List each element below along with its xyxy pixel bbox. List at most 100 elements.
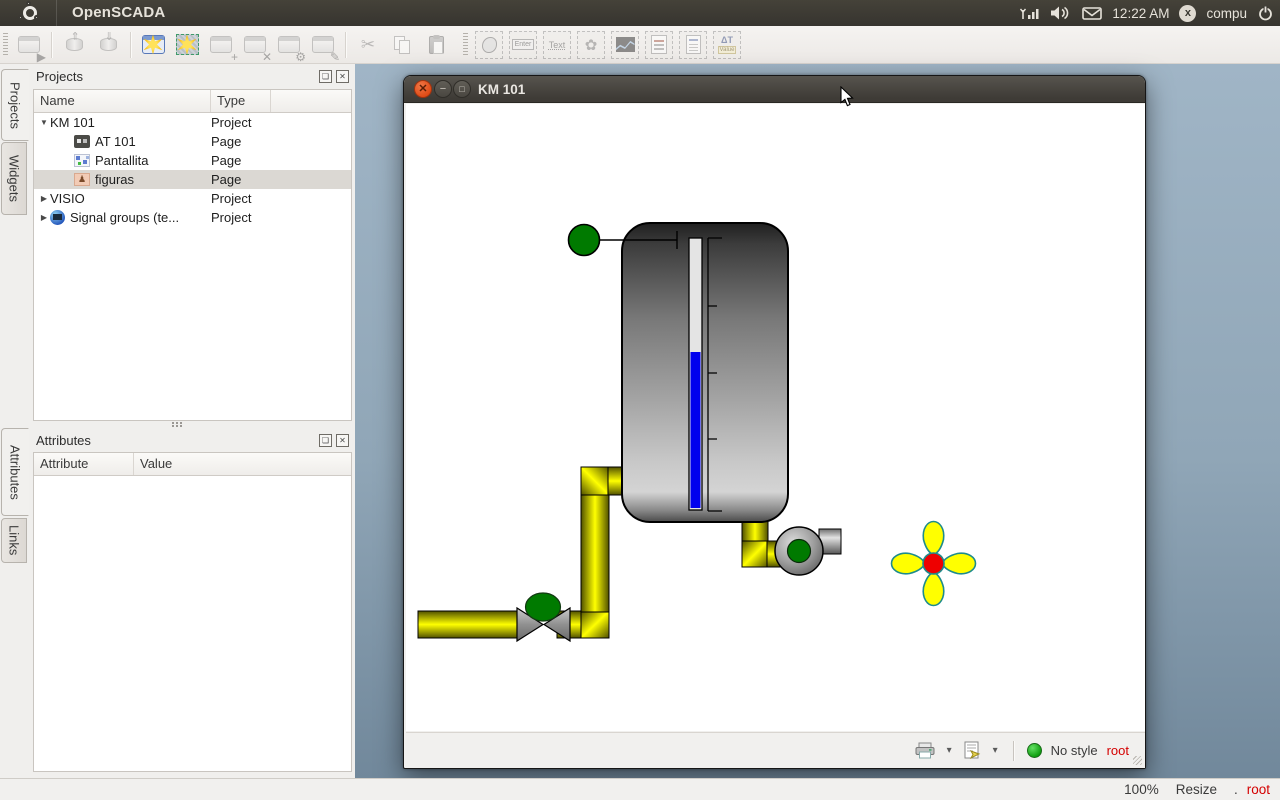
new-visual-item-icon[interactable] [139, 31, 167, 59]
delete-visual-item-icon[interactable]: ✕ [241, 31, 269, 59]
diagram-widget-icon[interactable] [611, 31, 639, 59]
main-toolbar: ▶ ⇑ ⇓ + ✕ ⚙ ✎ ✂ Enter Text ✿ ΔTValue [0, 26, 1280, 64]
system-tray: 12:22 AM x compu [1020, 0, 1274, 26]
window-close-button[interactable]: ✕ [414, 80, 432, 98]
window-maximize-button[interactable]: □ [453, 80, 471, 98]
project-icon [50, 210, 65, 225]
float-panel-button[interactable]: ❏ [319, 70, 332, 83]
print-dropdown-arrow[interactable]: ▾ [947, 745, 952, 756]
document-widget-icon[interactable] [679, 31, 707, 59]
tree-row-figuras[interactable]: ♟figuras Page [34, 170, 351, 189]
expander-icon[interactable]: ▶ [34, 213, 50, 222]
print-icon[interactable] [914, 742, 936, 759]
fan-hub [923, 553, 944, 574]
toolbar-separator [51, 32, 52, 58]
add-visual-item-icon[interactable]: + [207, 31, 235, 59]
window-minimize-button[interactable]: − [434, 80, 452, 98]
fan-petal [923, 572, 943, 606]
column-name[interactable]: Name [34, 90, 211, 112]
projects-tree: Name Type ▼KM 101 Project AT 101 Page Pa… [33, 89, 352, 421]
fan-petal [942, 553, 976, 573]
ubuntu-logo-icon[interactable] [20, 3, 40, 23]
system-top-bar: OpenSCADA 12:22 AM x compu [0, 0, 1280, 26]
mail-icon[interactable] [1082, 7, 1102, 20]
style-state-lamp [1027, 743, 1042, 758]
tree-row-pantallita[interactable]: Pantallita Page [34, 151, 351, 170]
statusbar-separator [1013, 741, 1014, 761]
projects-panel: Projects ❏ ✕ Name Type ▼KM 101 Project A… [30, 64, 355, 424]
tab-links[interactable]: Links [1, 518, 27, 563]
paste-icon[interactable] [422, 31, 450, 59]
tab-projects[interactable]: Projects [1, 69, 29, 141]
save-to-db-icon[interactable]: ⇓ [94, 31, 122, 59]
fan[interactable] [892, 522, 976, 606]
media-widget-icon[interactable]: ✿ [577, 31, 605, 59]
expander-icon[interactable]: ▶ [34, 194, 50, 203]
attributes-panel-titlebar: Attributes ❏ ✕ [30, 428, 355, 452]
panel-splitter[interactable] [172, 422, 174, 424]
window-titlebar[interactable]: ✕ − □ KM 101 [404, 76, 1145, 103]
formel-widget-icon[interactable]: Enter [509, 31, 537, 59]
close-panel-button[interactable]: ✕ [336, 434, 349, 447]
status-separator: . [1234, 782, 1238, 797]
pump-lamp [788, 540, 811, 563]
toolbar-drag-handle[interactable] [463, 33, 468, 57]
screen: OpenSCADA 12:22 AM x compu [0, 0, 1280, 800]
tank[interactable] [622, 223, 788, 522]
style-label: No style [1051, 743, 1098, 758]
cut-icon[interactable]: ✂ [354, 31, 382, 59]
copy-icon[interactable] [388, 31, 416, 59]
fan-petal [923, 522, 943, 556]
session-host[interactable]: compu [1206, 6, 1247, 21]
km101-window[interactable]: ✕ − □ KM 101 [403, 75, 1146, 769]
close-panel-button[interactable]: ✕ [336, 70, 349, 83]
export-dropdown-arrow[interactable]: ▾ [993, 745, 998, 756]
tab-attributes[interactable]: Attributes [1, 428, 29, 516]
fan-petal [892, 553, 926, 573]
clock[interactable]: 12:22 AM [1112, 6, 1169, 21]
valve-lamp [526, 593, 561, 621]
valve[interactable] [517, 593, 570, 641]
projects-panel-title: Projects [36, 69, 83, 84]
scada-page-canvas[interactable] [406, 104, 1145, 731]
mouse-cursor [840, 86, 856, 108]
network-signal-icon[interactable] [1020, 6, 1040, 20]
column-value[interactable]: Value [134, 453, 351, 475]
elfigure-widget-icon[interactable] [475, 31, 503, 59]
protocol-widget-icon[interactable] [645, 31, 673, 59]
page-icon [74, 154, 90, 167]
pump[interactable] [775, 527, 823, 575]
tree-row-at101[interactable]: AT 101 Page [34, 132, 351, 151]
volume-icon[interactable] [1050, 6, 1072, 20]
attributes-panel-title: Attributes [36, 433, 91, 448]
ubuntu-one-icon[interactable]: x [1179, 5, 1196, 22]
window-resize-grip[interactable] [1133, 756, 1142, 765]
text-widget-icon[interactable]: Text [543, 31, 571, 59]
screen-statusbar: 100% Resize . root [0, 778, 1280, 800]
tree-header: Name Type [34, 90, 351, 113]
expander-icon[interactable]: ▼ [34, 118, 50, 127]
power-icon[interactable] [1257, 5, 1274, 22]
value-widget-icon[interactable]: ΔTValue [713, 31, 741, 59]
tree-row-signal-groups[interactable]: ▶Signal groups (te... Project [34, 208, 351, 227]
toolbar-separator [130, 32, 131, 58]
new-widget-library-icon[interactable] [173, 31, 201, 59]
visual-item-properties-icon[interactable]: ⚙ [275, 31, 303, 59]
page-icon [74, 135, 90, 148]
attributes-table: Attribute Value [33, 452, 352, 772]
run-project-icon[interactable]: ▶ [15, 31, 43, 59]
level-fill [691, 352, 701, 508]
column-attribute[interactable]: Attribute [34, 453, 134, 475]
page-icon: ♟ [74, 173, 90, 186]
edit-visual-item-icon[interactable]: ✎ [309, 31, 337, 59]
toolbar-drag-handle[interactable] [3, 33, 8, 57]
column-type[interactable]: Type [211, 90, 271, 112]
tree-row-visio[interactable]: ▶VISIO Project [34, 189, 351, 208]
app-title: OpenSCADA [72, 4, 165, 21]
tab-widgets[interactable]: Widgets [1, 142, 27, 215]
float-panel-button[interactable]: ❏ [319, 434, 332, 447]
window-statusbar: ▾ ▾ No style root [406, 732, 1145, 768]
export-icon[interactable] [963, 741, 982, 760]
tree-row-km101[interactable]: ▼KM 101 Project [34, 113, 351, 132]
load-from-db-icon[interactable]: ⇑ [60, 31, 88, 59]
